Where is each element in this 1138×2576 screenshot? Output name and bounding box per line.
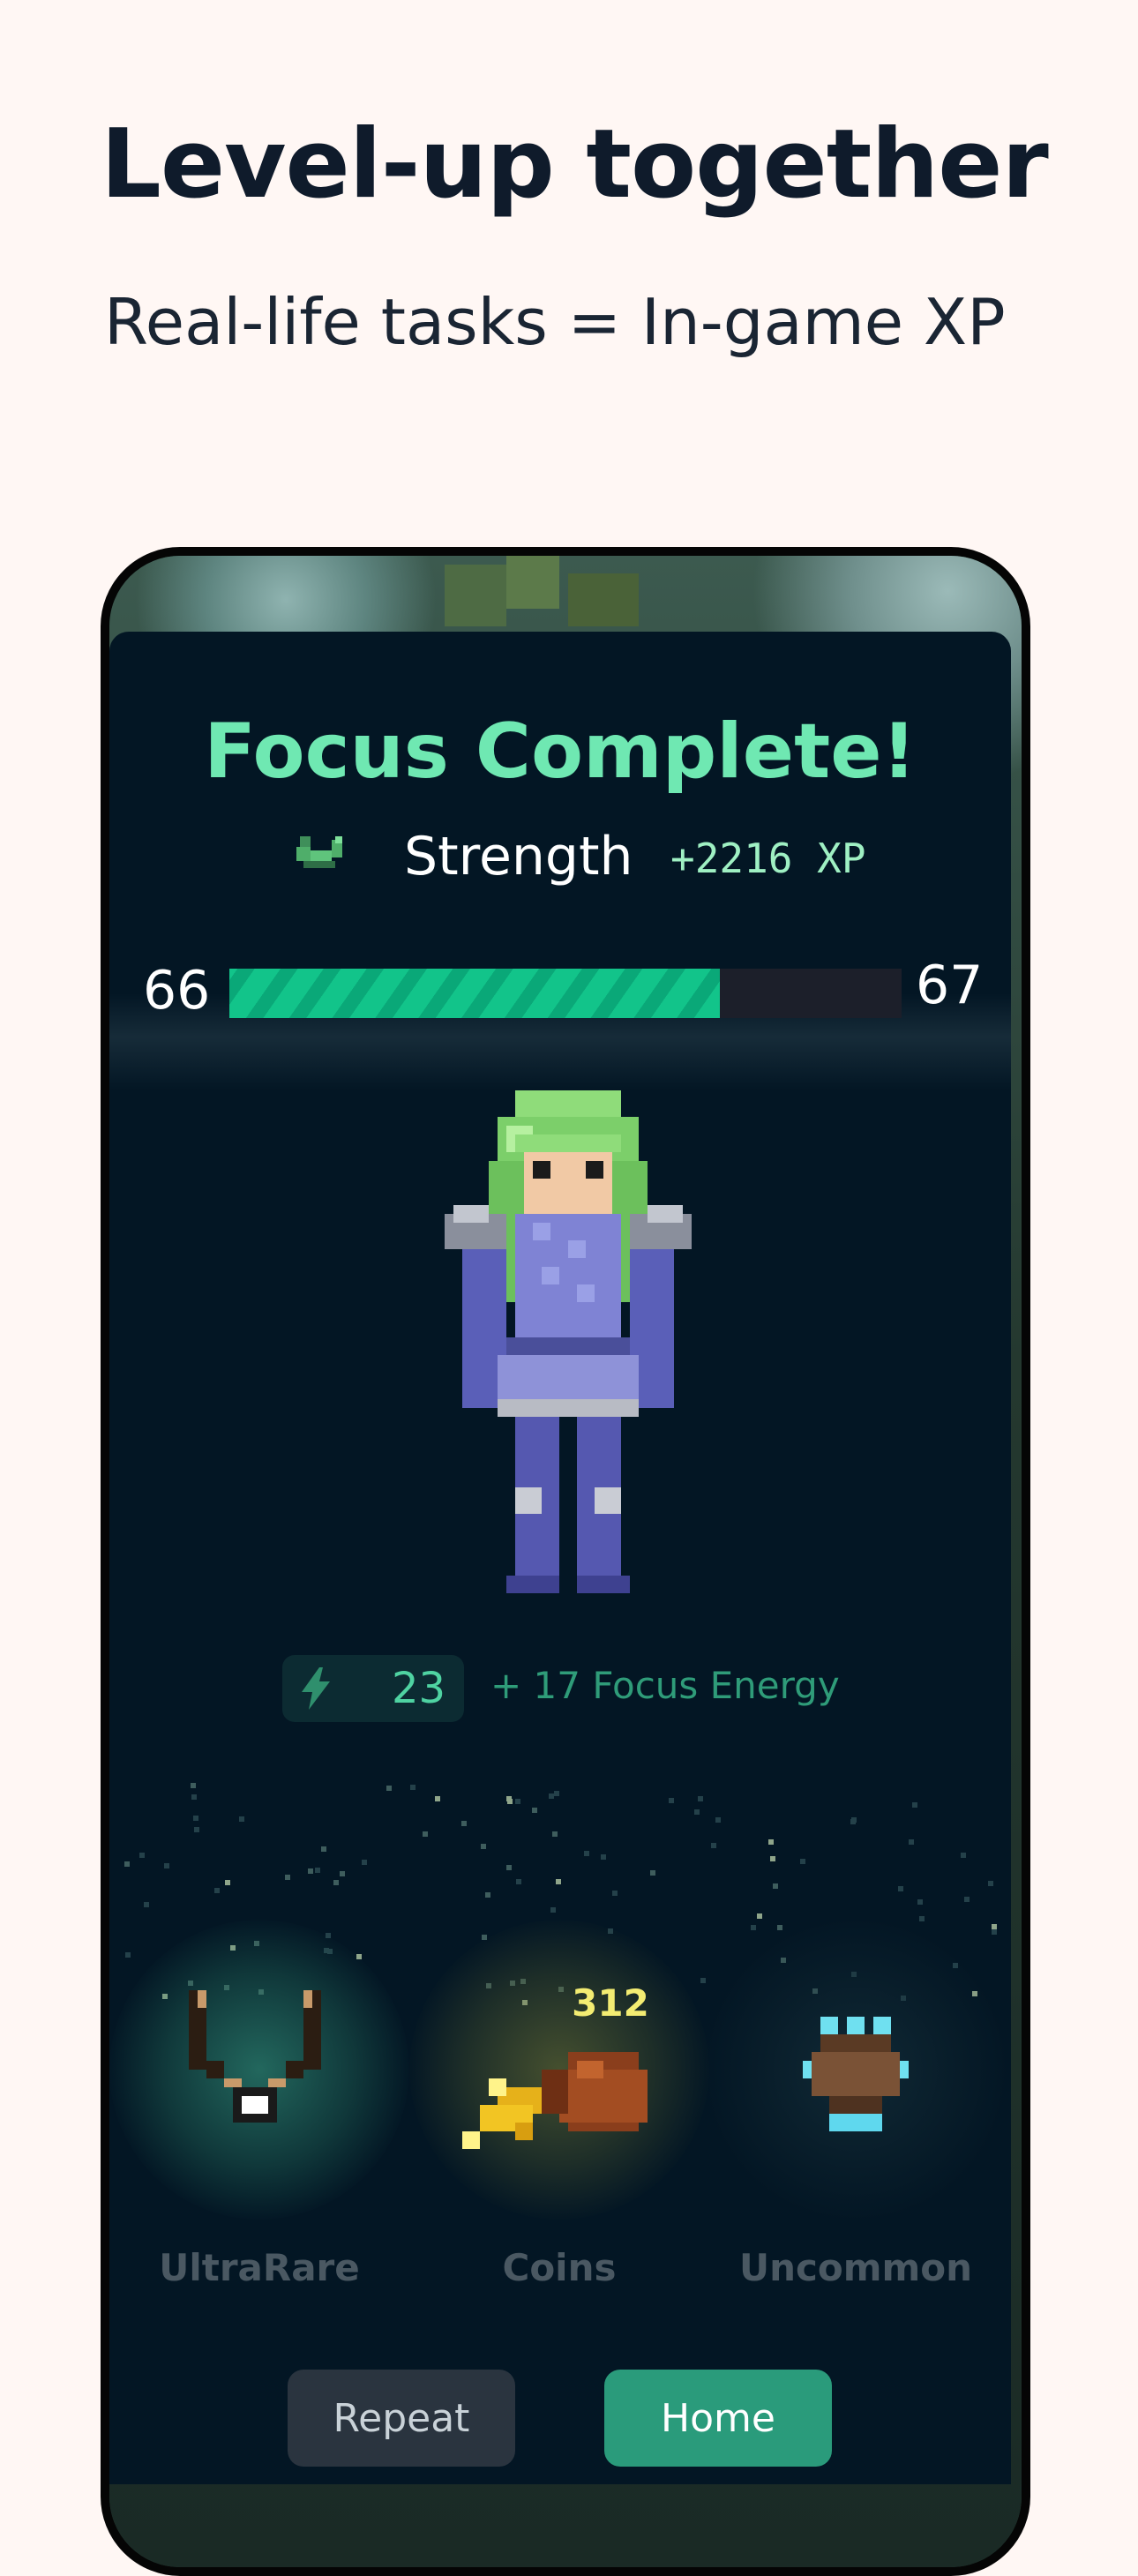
sparkle-particle bbox=[193, 1816, 199, 1822]
xp-gain: +2216 XP bbox=[670, 835, 866, 882]
sparkle-particle bbox=[768, 1839, 775, 1846]
sparkle-particle bbox=[214, 1888, 221, 1894]
sparkle-particle bbox=[194, 1826, 200, 1832]
sparkle-particle bbox=[505, 1865, 512, 1871]
energy-badge: 23 bbox=[282, 1655, 464, 1722]
lightning-bolt-icon bbox=[302, 1667, 330, 1710]
reward-label-uncommon: Uncommon bbox=[738, 2246, 973, 2289]
sparkle-particle bbox=[339, 1870, 345, 1876]
sparkle-particle bbox=[224, 1880, 230, 1886]
sparkle-particle bbox=[163, 1862, 169, 1868]
sparkle-particle bbox=[583, 1850, 589, 1856]
sparkle-particle bbox=[550, 1906, 557, 1913]
page-title: Level-up together bbox=[101, 109, 1049, 220]
sparkle-particle bbox=[386, 1785, 393, 1791]
necklace-icon bbox=[189, 1990, 321, 2123]
sparkle-particle bbox=[912, 1802, 918, 1808]
sparkle-particle bbox=[435, 1796, 441, 1802]
sparkle-particle bbox=[964, 1896, 970, 1902]
focus-complete-title: Focus Complete! bbox=[204, 708, 917, 796]
sparkle-particle bbox=[769, 1855, 775, 1861]
sparkle-particle bbox=[484, 1892, 490, 1898]
sparkle-particle bbox=[238, 1816, 244, 1822]
repeat-button[interactable]: Repeat bbox=[288, 2370, 515, 2467]
sparkle-particle bbox=[515, 1799, 521, 1805]
sparkle-particle bbox=[190, 1783, 196, 1789]
sparkle-particle bbox=[139, 1853, 146, 1859]
sparkle-particle bbox=[649, 1870, 655, 1876]
sparkle-particle bbox=[710, 1843, 716, 1848]
sparkle-particle bbox=[423, 1831, 429, 1838]
sparkle-particle bbox=[715, 1816, 721, 1823]
skill-name: Strength bbox=[404, 826, 633, 887]
focus-result-panel: Focus Complete! Strength +2216 XP 66 67 bbox=[109, 632, 1011, 2484]
sparkle-particle bbox=[799, 1859, 805, 1865]
reward-label-coins: Coins bbox=[502, 2246, 617, 2289]
sparkle-particle bbox=[693, 1809, 700, 1816]
sparkle-particle bbox=[506, 1795, 513, 1801]
sparkle-particle bbox=[124, 1861, 130, 1867]
sparkle-particle bbox=[555, 1879, 561, 1885]
reward-uncommon[interactable] bbox=[706, 1920, 1006, 2220]
coin-count: 312 bbox=[572, 1981, 649, 2025]
sparkle-particle bbox=[480, 1843, 486, 1849]
current-level: 66 bbox=[143, 960, 211, 1022]
claw-gauntlet-icon bbox=[803, 2017, 909, 2131]
sparkle-particle bbox=[333, 1880, 339, 1886]
sparkle-particle bbox=[191, 1793, 197, 1800]
page-subtitle: Real-life tasks = In-game XP bbox=[104, 285, 1006, 359]
bicep-icon bbox=[296, 836, 342, 868]
sparkle-particle bbox=[143, 1901, 149, 1907]
sparkle-particle bbox=[409, 1785, 416, 1791]
reward-coins[interactable] bbox=[409, 1920, 709, 2220]
sparkle-particle bbox=[549, 1793, 555, 1799]
sparkle-particle bbox=[987, 1880, 993, 1886]
sparkle-particle bbox=[554, 1790, 560, 1796]
coin-bag-icon bbox=[462, 2052, 648, 2149]
sparkle-particle bbox=[898, 1886, 904, 1892]
sparkle-particle bbox=[460, 1820, 467, 1826]
home-button[interactable]: Home bbox=[604, 2370, 832, 2467]
sparkle-particle bbox=[552, 1831, 558, 1837]
sparkle-particle bbox=[532, 1807, 538, 1813]
sparkle-particle bbox=[601, 1853, 607, 1860]
sparkle-particle bbox=[285, 1875, 291, 1880]
next-level: 67 bbox=[916, 955, 984, 1016]
energy-gain: + 17 Focus Energy bbox=[490, 1664, 840, 1707]
sparkle-particle bbox=[756, 1913, 762, 1919]
sparkle-particle bbox=[669, 1798, 674, 1804]
energy-value: 23 bbox=[392, 1664, 446, 1713]
sparkle-particle bbox=[321, 1846, 327, 1852]
sparkle-particle bbox=[850, 1819, 857, 1825]
reward-ultrarare[interactable] bbox=[109, 1920, 409, 2220]
reward-label-ultrarare: UltraRare bbox=[159, 2246, 360, 2289]
sparkle-particle bbox=[961, 1853, 967, 1859]
sparkle-particle bbox=[308, 1868, 314, 1875]
character-avatar bbox=[445, 1090, 692, 1593]
sparkle-particle bbox=[612, 1890, 618, 1896]
skill-row: Strength +2216 XP bbox=[109, 826, 1011, 887]
sparkle-particle bbox=[917, 1899, 924, 1906]
xp-progress-bar bbox=[229, 969, 902, 1018]
sparkle-particle bbox=[315, 1868, 321, 1874]
sparkle-particle bbox=[515, 1879, 521, 1885]
sparkle-particle bbox=[362, 1859, 368, 1865]
sparkle-particle bbox=[698, 1795, 704, 1801]
sparkle-particle bbox=[772, 1883, 778, 1889]
xp-progress-fill bbox=[229, 969, 721, 1018]
sparkle-particle bbox=[909, 1838, 915, 1845]
